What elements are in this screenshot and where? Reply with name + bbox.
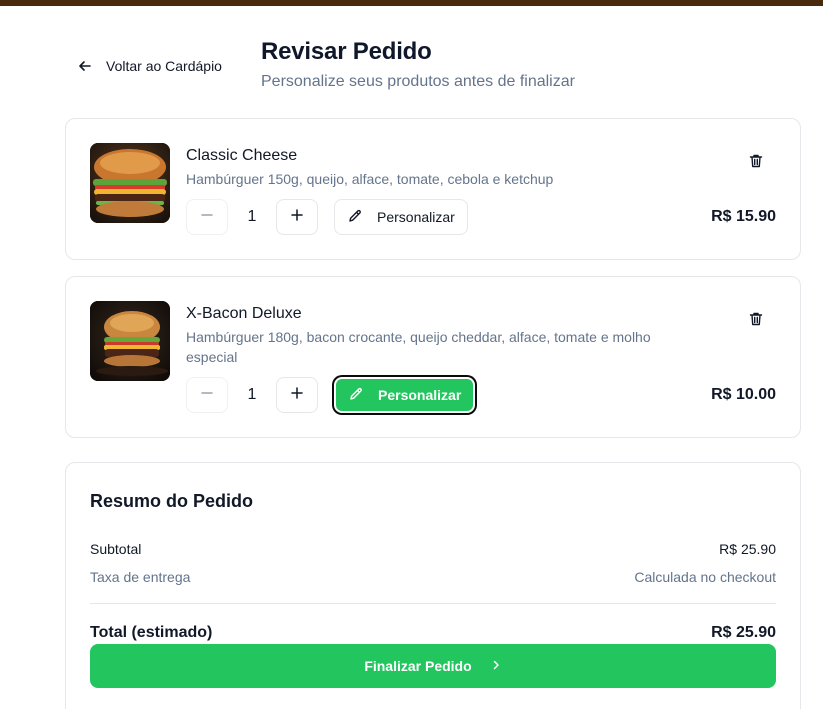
- item-name: Classic Cheese: [186, 147, 298, 164]
- quantity-controls: 1 Personalizar: [186, 199, 468, 235]
- pencil-icon: [348, 386, 364, 405]
- trash-icon[interactable]: [748, 311, 764, 327]
- chevron-right-icon: [490, 658, 502, 674]
- arrow-left-icon: [78, 59, 92, 73]
- delivery-fee-value: Calculada no checkout: [634, 569, 776, 585]
- customize-button[interactable]: Personalizar: [334, 377, 476, 413]
- item-description: Hambúrguer 150g, queijo, alface, tomate,…: [186, 171, 554, 187]
- minus-icon: [200, 208, 214, 227]
- item-price: R$ 15.90: [711, 208, 776, 225]
- increase-quantity-button[interactable]: [276, 199, 318, 235]
- customize-button-label: Personalizar: [378, 387, 462, 403]
- product-image: [90, 143, 170, 223]
- customize-button-label: Personalizar: [377, 209, 455, 225]
- item-name: X-Bacon Deluxe: [186, 305, 302, 322]
- checkout-button-label: Finalizar Pedido: [364, 658, 472, 674]
- subtotal-row: Subtotal R$ 25.90: [90, 541, 776, 557]
- customize-button[interactable]: Personalizar: [334, 199, 468, 235]
- summary-title: Resumo do Pedido: [90, 491, 254, 511]
- trash-icon[interactable]: [748, 153, 764, 169]
- pencil-icon: [347, 208, 363, 227]
- quantity-value: 1: [247, 386, 257, 403]
- back-link-label: Voltar ao Cardápio: [106, 58, 222, 74]
- decrease-quantity-button[interactable]: [186, 199, 228, 235]
- total-label: Total (estimado): [90, 624, 213, 641]
- item-description: Hambúrguer 180g, bacon crocante, queijo …: [186, 329, 651, 365]
- plus-icon: [290, 386, 304, 405]
- delivery-fee-label: Taxa de entrega: [90, 569, 191, 585]
- total-value: R$ 25.90: [711, 624, 776, 641]
- cart-item-card: X-Bacon Deluxe Hambúrguer 180g, bacon cr…: [65, 276, 801, 438]
- minus-icon: [200, 386, 214, 405]
- quantity-value: 1: [247, 208, 257, 225]
- checkout-button[interactable]: Finalizar Pedido: [90, 644, 776, 688]
- cart-item-card: Classic Cheese Hambúrguer 150g, queijo, …: [65, 118, 801, 260]
- subtotal-value: R$ 25.90: [719, 541, 776, 557]
- subtotal-label: Subtotal: [90, 541, 142, 557]
- delivery-fee-row: Taxa de entrega Calculada no checkout: [90, 569, 776, 585]
- product-image: [90, 301, 170, 381]
- summary-divider: [90, 603, 776, 604]
- back-to-menu-link[interactable]: Voltar ao Cardápio: [78, 56, 222, 76]
- item-price: R$ 10.00: [711, 386, 776, 403]
- top-accent-bar: [0, 0, 823, 6]
- plus-icon: [290, 208, 304, 227]
- page-title: Revisar Pedido: [261, 38, 432, 65]
- increase-quantity-button[interactable]: [276, 377, 318, 413]
- decrease-quantity-button[interactable]: [186, 377, 228, 413]
- total-row: Total (estimado) R$ 25.90: [90, 624, 776, 642]
- order-summary-card: Resumo do Pedido Subtotal R$ 25.90 Taxa …: [65, 462, 801, 709]
- quantity-controls: 1 Personalizar: [186, 377, 476, 413]
- page-subtitle: Personalize seus produtos antes de final…: [261, 73, 575, 90]
